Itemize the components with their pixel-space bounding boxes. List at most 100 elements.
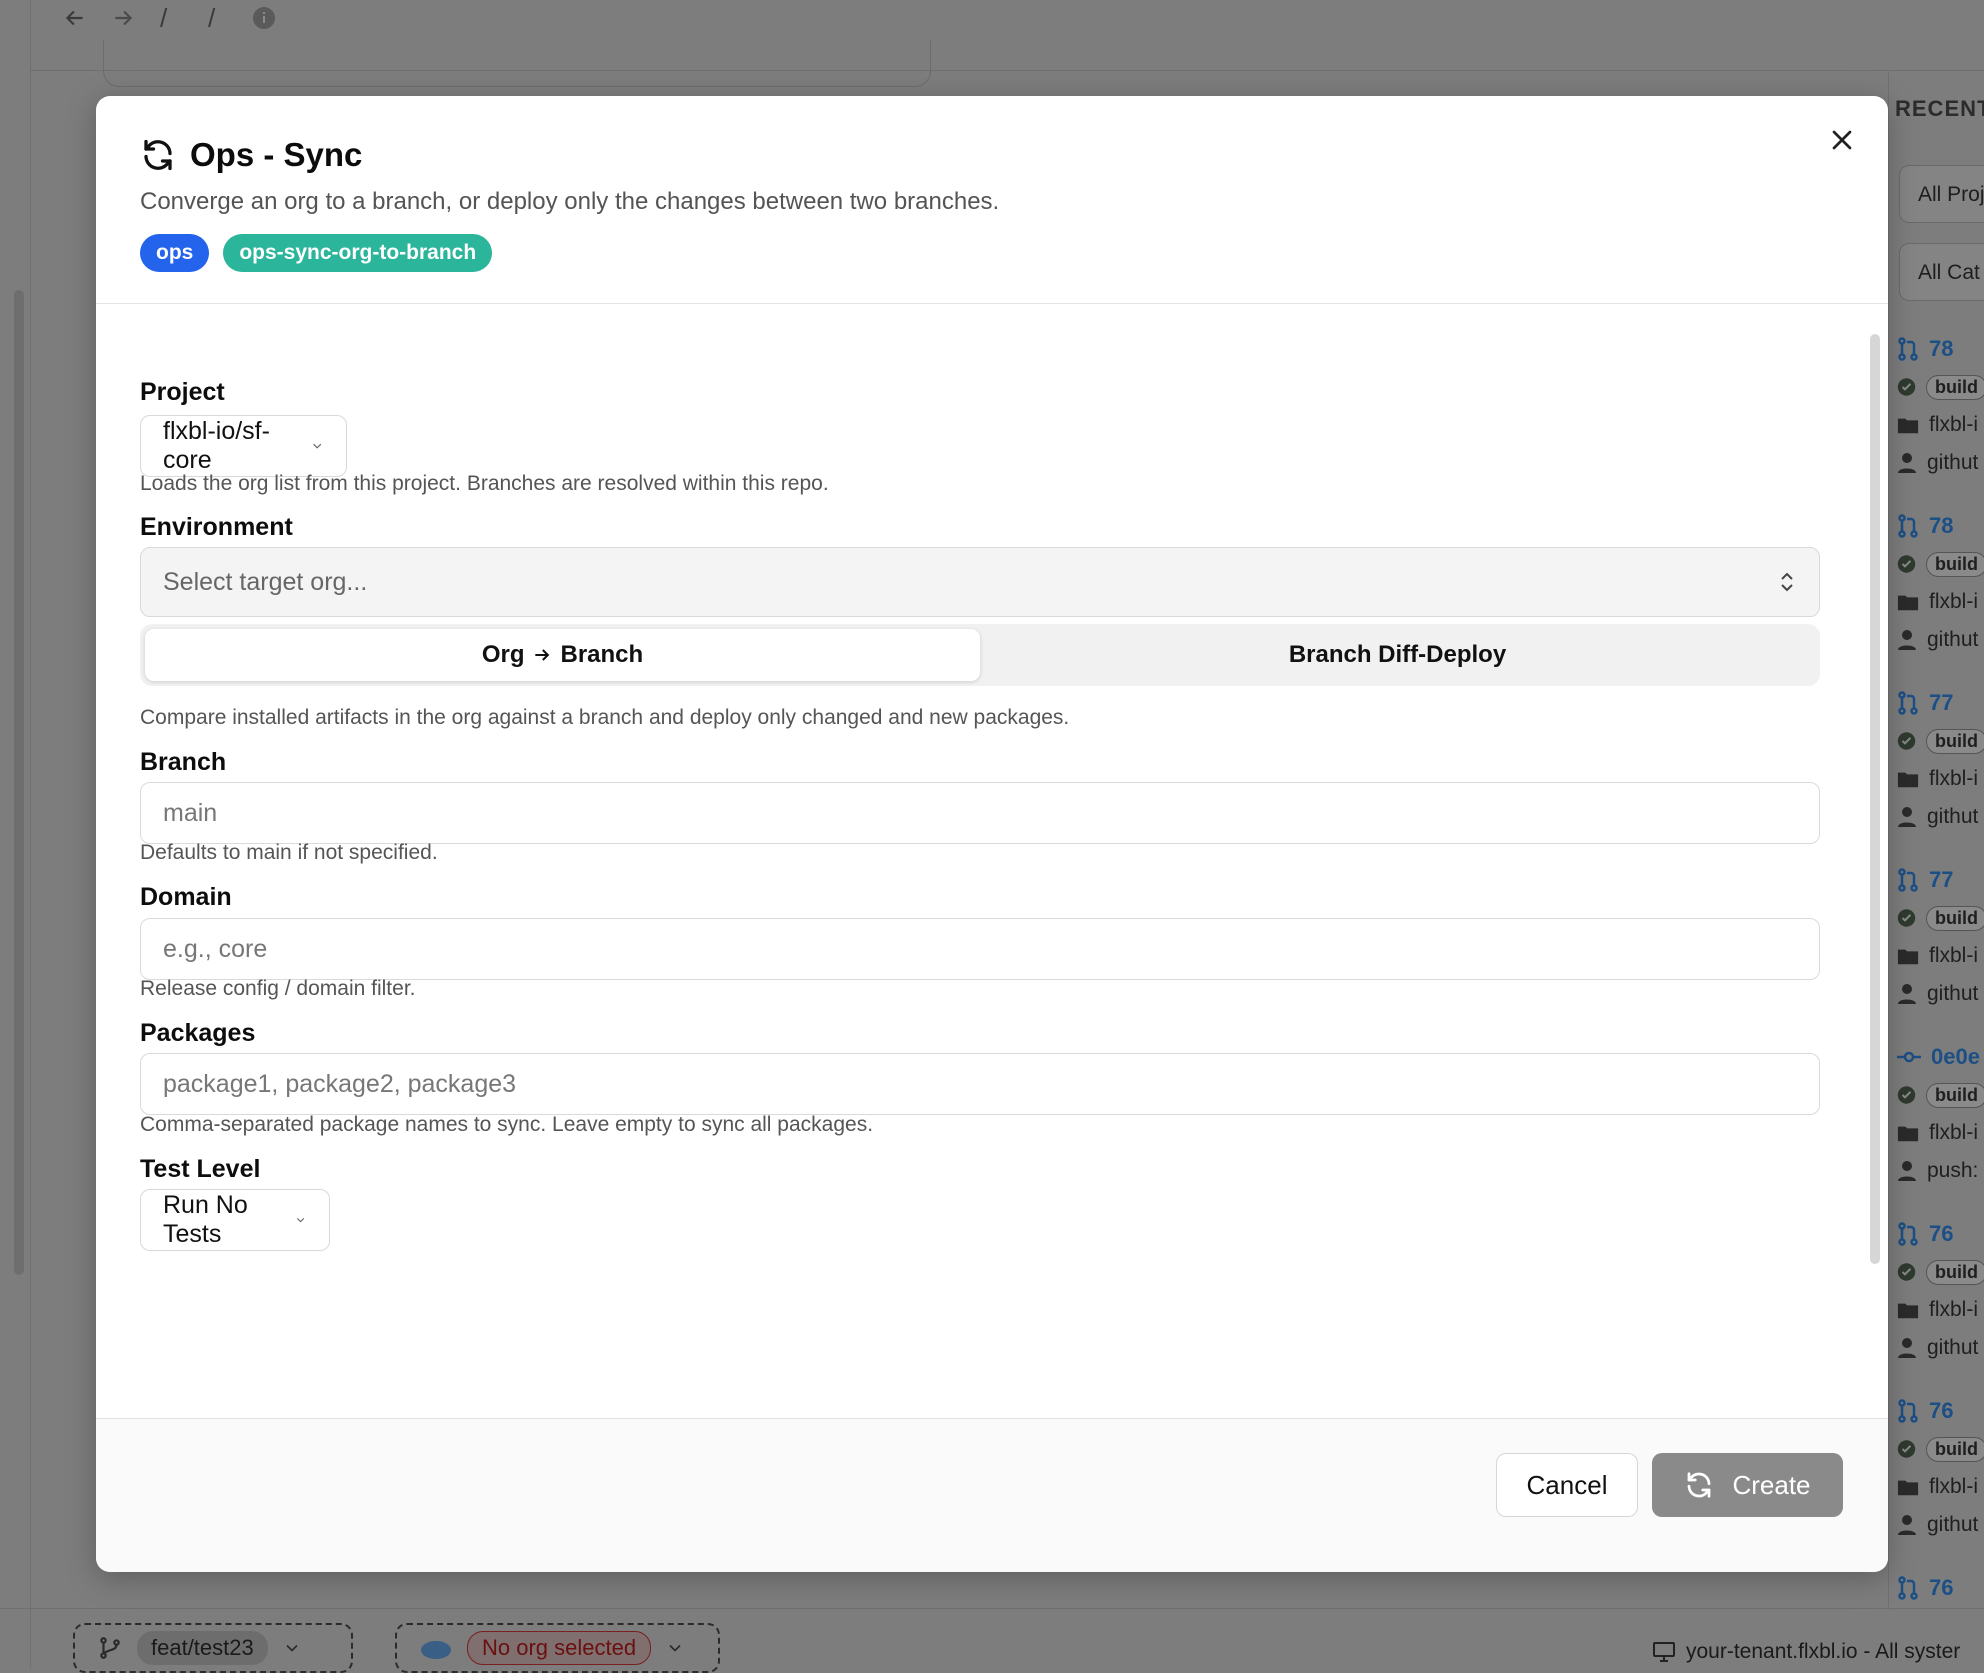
branch-name: feat/test23	[137, 1631, 268, 1665]
check-circle-icon	[1897, 732, 1916, 750]
domain-input[interactable]	[140, 918, 1820, 980]
check-circle-icon	[1897, 1440, 1916, 1458]
git-commit-icon	[1897, 1051, 1921, 1063]
check-circle-icon	[1897, 1086, 1916, 1104]
run-repo: flxbl-i	[1929, 1121, 1979, 1144]
pull-request-icon	[1898, 1576, 1918, 1600]
tab-org-to-branch[interactable]: Org Branch	[145, 629, 980, 681]
folder-icon	[1897, 595, 1919, 611]
recent-heading: RECENT	[1895, 96, 1984, 121]
branch-selector[interactable]: feat/test23	[73, 1623, 353, 1673]
user-icon	[1898, 453, 1916, 473]
monitor-icon	[1653, 1642, 1675, 1662]
ops-sync-dialog: Ops - Sync Converge an org to a branch, …	[96, 96, 1888, 1572]
environment-placeholder: Select target org...	[163, 567, 368, 596]
dialog-scrollbar[interactable]	[1870, 334, 1880, 1264]
all-categories-filter[interactable]: All Cat	[1899, 243, 1984, 301]
run-author: githut	[1927, 628, 1979, 651]
tenant-indicator: your-tenant.flxbl.io - All syster	[1652, 1640, 1960, 1664]
run-number: 78	[1929, 336, 1954, 361]
refresh-icon	[144, 139, 172, 171]
run-repo: flxbl-i	[1929, 1475, 1979, 1498]
dialog-title: Ops - Sync	[190, 136, 363, 173]
org-selector[interactable]: No org selected	[395, 1623, 720, 1673]
status-badge: build	[1926, 1436, 1984, 1462]
project-value: flxbl-io/sf-core	[163, 417, 270, 474]
create-button[interactable]: Create	[1652, 1453, 1843, 1517]
info-icon[interactable]	[252, 0, 276, 36]
breadcrumb-separator: /	[160, 2, 168, 33]
mode-description: Compare installed artifacts in the org a…	[140, 706, 1070, 729]
status-badge: build	[1926, 1082, 1984, 1108]
check-circle-icon	[1897, 378, 1916, 396]
branch-input[interactable]	[140, 782, 1820, 844]
create-button-label: Create	[1732, 1469, 1811, 1500]
test-level-select[interactable]: Run No Tests	[140, 1189, 330, 1251]
recent-run-item[interactable]: 78 build flxbl-i githut	[1897, 507, 1984, 659]
run-author: githut	[1927, 805, 1979, 828]
cancel-button[interactable]: Cancel	[1496, 1453, 1638, 1517]
test-level-value: Run No Tests	[163, 1191, 248, 1248]
recent-run-item[interactable]: 77 build flxbl-i githut	[1897, 684, 1984, 836]
run-repo: flxbl-i	[1929, 944, 1979, 967]
run-number: 0e0e	[1931, 1044, 1980, 1069]
chevron-down-icon	[312, 443, 321, 449]
recent-run-item[interactable]: 76 build flxbl-i githut	[1897, 1392, 1984, 1544]
recent-run-item[interactable]: 76 build flxbl-i githut	[1897, 1215, 1984, 1367]
forward-arrow-icon[interactable]	[110, 0, 136, 36]
branch-label: Branch	[140, 748, 227, 776]
chevrons-up-down-icon	[1781, 572, 1793, 592]
dialog-footer: Cancel Create	[96, 1418, 1888, 1572]
run-author: githut	[1927, 1336, 1979, 1359]
run-number: 78	[1929, 513, 1954, 538]
sync-mode-tabs: Org Branch Branch Diff-Deploy	[140, 624, 1820, 686]
left-sidebar-strip	[0, 0, 31, 1668]
user-icon	[1898, 1338, 1916, 1358]
recent-run-item[interactable]: 76	[1897, 1569, 1984, 1607]
run-author: githut	[1927, 1513, 1979, 1536]
project-label: Project	[140, 378, 225, 406]
pull-request-icon	[1898, 868, 1918, 892]
run-number: 76	[1929, 1221, 1954, 1246]
environment-select[interactable]: Select target org...	[140, 547, 1820, 617]
refresh-icon	[1688, 1472, 1711, 1498]
run-author: push:	[1927, 1159, 1979, 1182]
back-arrow-icon[interactable]	[62, 0, 88, 36]
check-circle-icon	[1897, 909, 1916, 927]
run-repo: flxbl-i	[1929, 767, 1979, 790]
run-repo: flxbl-i	[1929, 1298, 1979, 1321]
pull-request-icon	[1898, 691, 1918, 715]
check-circle-icon	[1897, 555, 1916, 573]
status-badge: build	[1926, 374, 1984, 400]
user-icon	[1898, 1161, 1916, 1181]
user-icon	[1898, 807, 1916, 827]
run-number: 77	[1929, 690, 1954, 715]
tenant-label: your-tenant.flxbl.io - All syster	[1686, 1640, 1961, 1663]
tag-workflow-slug: ops-sync-org-to-branch	[223, 234, 493, 272]
cloud-icon	[421, 1641, 451, 1659]
recent-run-item[interactable]: 0e0e build flxbl-i push:	[1897, 1038, 1984, 1190]
project-select[interactable]: flxbl-io/sf-core	[140, 415, 347, 477]
tab-branch-diff-deploy[interactable]: Branch Diff-Deploy	[980, 629, 1815, 681]
org-status: No org selected	[467, 1631, 652, 1665]
recent-run-item[interactable]: 77 build flxbl-i githut	[1897, 861, 1984, 1013]
branch-help-text: Defaults to main if not specified.	[140, 841, 438, 864]
pull-request-icon	[1898, 1222, 1918, 1246]
sidebar-scroll-handle[interactable]	[14, 290, 24, 1275]
status-badge: build	[1926, 905, 1984, 931]
close-icon[interactable]	[1826, 124, 1858, 156]
environment-label: Environment	[140, 513, 293, 541]
run-number: 76	[1929, 1575, 1954, 1600]
status-badge: build	[1926, 1259, 1984, 1285]
domain-label: Domain	[140, 883, 232, 911]
packages-label: Packages	[140, 1019, 256, 1047]
all-projects-filter[interactable]: All Proj	[1899, 165, 1984, 223]
run-number: 77	[1929, 867, 1954, 892]
pull-request-icon	[1898, 337, 1918, 361]
tab-branch-label: Branch	[560, 641, 644, 668]
arrow-right-icon	[535, 649, 550, 661]
recent-panel	[1888, 70, 1984, 1610]
folder-icon	[1897, 772, 1919, 788]
recent-run-item[interactable]: 78 build flxbl-i githut	[1897, 330, 1984, 482]
packages-input[interactable]	[140, 1053, 1820, 1115]
